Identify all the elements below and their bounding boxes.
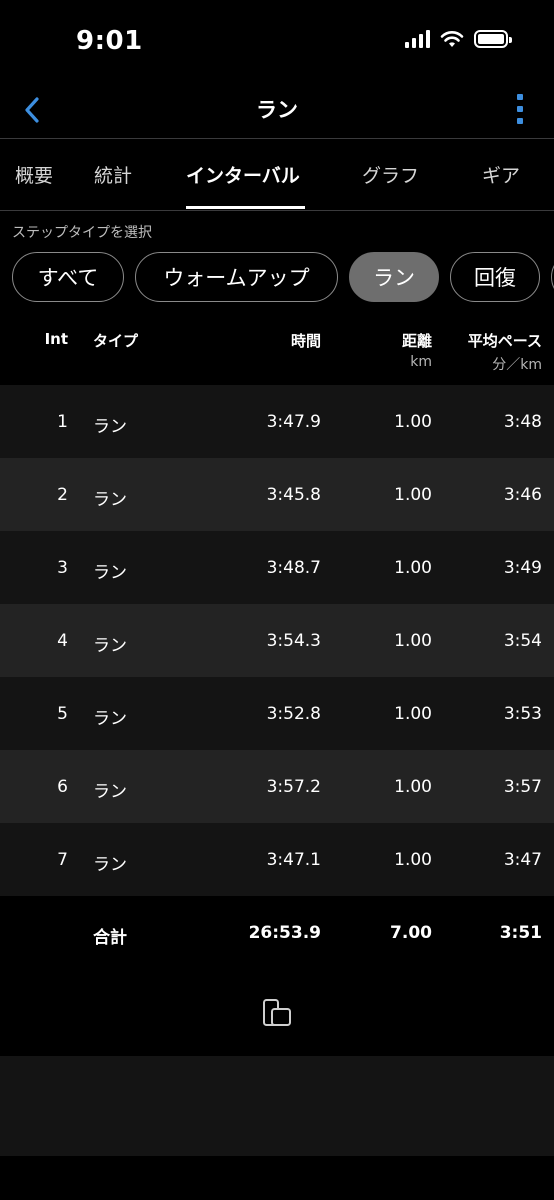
cell-time: 3:57.2	[266, 777, 321, 797]
table-row[interactable]: 2 ラン 3:45.8 1.00 3:46	[0, 458, 554, 531]
table-row[interactable]: 5 ラン 3:52.8 1.00 3:53	[0, 677, 554, 750]
more-options-button[interactable]	[510, 94, 530, 124]
cell-type: ラン	[93, 855, 127, 875]
cell-pace: 3:47	[503, 850, 542, 870]
table-row[interactable]: 4 ラン 3:54.3 1.00 3:54	[0, 604, 554, 677]
tab-graph[interactable]: グラフ	[362, 161, 419, 188]
header-pace-unit: 分／km	[492, 357, 542, 373]
header-type: タイプ	[93, 332, 139, 350]
tab-bar: 概要 統計 インターバル グラフ ギア	[0, 139, 554, 211]
cell-int: 2	[57, 485, 68, 505]
cell-time: 3:47.1	[266, 850, 321, 870]
step-type-label: ステップタイプを選択	[12, 225, 152, 241]
cell-time: 3:52.8	[266, 704, 321, 724]
cell-type: ラン	[93, 563, 127, 583]
footer-area	[0, 1056, 554, 1156]
cell-int: 7	[57, 850, 68, 870]
cell-distance: 1.00	[394, 631, 432, 651]
cell-int: 5	[57, 704, 68, 724]
total-time: 26:53.9	[248, 923, 321, 943]
tab-gear[interactable]: ギア	[482, 161, 520, 188]
table-header: Int タイプ 時間 距離 km 平均ペース 分／km	[0, 312, 554, 385]
header-distance: 距離 km	[402, 330, 432, 370]
cell-type: ラン	[93, 636, 127, 656]
cell-type: ラン	[93, 417, 127, 437]
step-type-chips: すべて ウォームアップ ラン 回復	[0, 252, 554, 304]
chip-all[interactable]: すべて	[12, 252, 124, 302]
cell-int: 6	[57, 777, 68, 797]
status-bar: 9:01	[0, 0, 554, 84]
chip-run[interactable]: ラン	[349, 252, 439, 302]
cell-time: 3:54.3	[266, 631, 321, 651]
table-row[interactable]: 3 ラン 3:48.7 1.00 3:49	[0, 531, 554, 604]
cell-pace: 3:48	[503, 412, 542, 432]
cell-int: 4	[57, 631, 68, 651]
cell-time: 3:47.9	[266, 412, 321, 432]
cell-type: ラン	[93, 709, 127, 729]
cell-distance: 1.00	[394, 485, 432, 505]
header-pace: 平均ペース 分／km	[468, 330, 542, 374]
intervals-table: Int タイプ 時間 距離 km 平均ペース 分／km 1 ラン 3:47.9 …	[0, 312, 554, 969]
cell-distance: 1.00	[394, 850, 432, 870]
table-row[interactable]: 6 ラン 3:57.2 1.00 3:57	[0, 750, 554, 823]
cell-time: 3:45.8	[266, 485, 321, 505]
cell-pace: 3:46	[503, 485, 542, 505]
cell-distance: 1.00	[394, 704, 432, 724]
total-label: 合計	[93, 928, 127, 948]
total-pace: 3:51	[499, 923, 542, 943]
chip-warmup[interactable]: ウォームアップ	[135, 252, 338, 302]
cellular-signal-icon	[405, 30, 430, 48]
battery-icon	[474, 30, 512, 48]
cell-pace: 3:54	[503, 631, 542, 651]
cell-distance: 1.00	[394, 412, 432, 432]
header-int: Int	[44, 330, 68, 348]
cell-distance: 1.00	[394, 777, 432, 797]
cell-time: 3:48.7	[266, 558, 321, 578]
cell-distance: 1.00	[394, 558, 432, 578]
wifi-icon	[440, 31, 464, 47]
table-row[interactable]: 7 ラン 3:47.1 1.00 3:47	[0, 823, 554, 896]
status-icons	[405, 30, 512, 48]
tab-overview[interactable]: 概要	[15, 161, 53, 188]
vertical-ellipsis-icon	[517, 94, 523, 100]
tab-intervals[interactable]: インターバル	[186, 161, 300, 188]
header-distance-label: 距離	[401, 332, 432, 350]
active-tab-indicator	[186, 206, 305, 209]
cell-pace: 3:57	[503, 777, 542, 797]
header-distance-unit: km	[410, 354, 432, 370]
phone-device-icon[interactable]	[262, 998, 292, 1028]
cell-pace: 3:49	[503, 558, 542, 578]
cell-type: ラン	[93, 490, 127, 510]
cell-int: 1	[57, 412, 68, 432]
header-time: 時間	[290, 332, 321, 350]
table-row[interactable]: 1 ラン 3:47.9 1.00 3:48	[0, 385, 554, 458]
chip-recovery[interactable]: 回復	[450, 252, 540, 302]
navigation-bar: ラン	[0, 84, 554, 139]
cell-pace: 3:53	[503, 704, 542, 724]
page-title: ラン	[256, 98, 298, 122]
tab-stats[interactable]: 統計	[94, 161, 132, 188]
total-distance: 7.00	[390, 923, 432, 943]
status-time: 9:01	[76, 26, 143, 56]
header-pace-label: 平均ペース	[467, 332, 542, 350]
cell-type: ラン	[93, 782, 127, 802]
table-total-row: 合計 26:53.9 7.00 3:51	[0, 896, 554, 969]
cell-int: 3	[57, 558, 68, 578]
